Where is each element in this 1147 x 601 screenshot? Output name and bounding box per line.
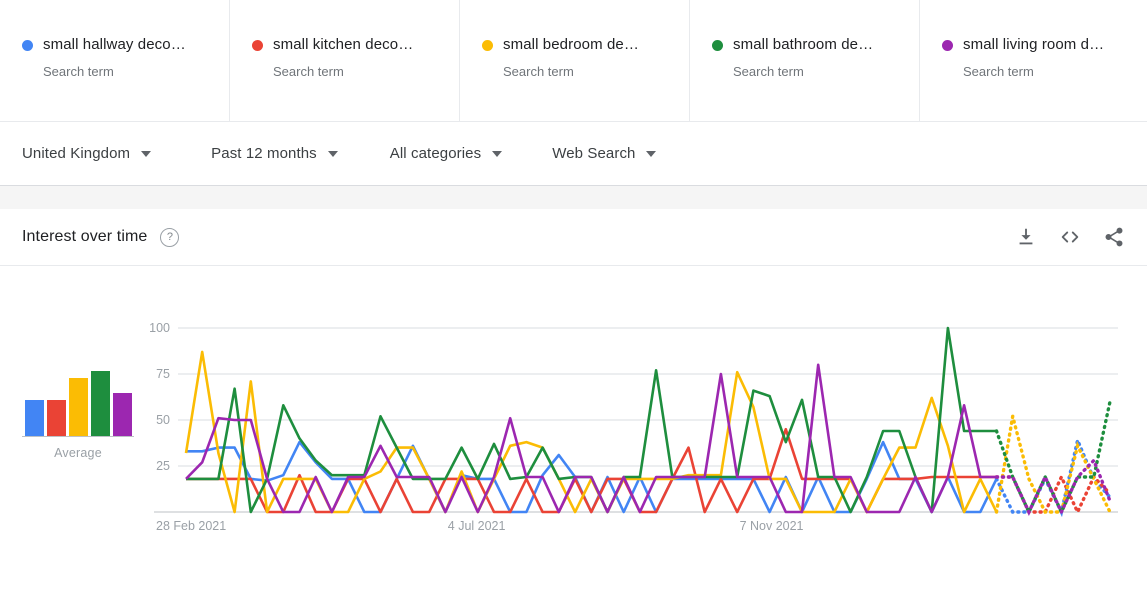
search-term-head: small living room d… [942, 36, 1147, 54]
filter-search-type-label: Web Search [552, 145, 636, 162]
filter-category-label: All categories [389, 145, 482, 162]
series-line [185, 363, 997, 514]
search-term-subtitle: Search term [43, 64, 114, 79]
series-line [186, 427, 997, 514]
x-axis-tick-label: 28 Feb 2021 [156, 519, 226, 533]
y-axis-tick-label: 100 [149, 321, 170, 335]
search-term-card[interactable]: small hallway deco… Search term [0, 0, 230, 121]
search-term-title: small kitchen deco… [273, 36, 414, 53]
search-term-subtitle: Search term [273, 64, 344, 79]
search-term-title: small living room d… [963, 36, 1105, 53]
series-dot-icon [482, 39, 493, 51]
search-terms-row: small hallway deco… Search term small kitc… [0, 0, 1147, 122]
filter-category[interactable]: All categories [389, 145, 503, 162]
search-term-card[interactable]: small living room d… Search term [920, 0, 1147, 121]
share-icon[interactable] [1103, 226, 1125, 248]
search-term-title: small bedroom de… [503, 36, 639, 53]
chevron-down-icon [646, 150, 657, 157]
help-icon[interactable]: ? [160, 227, 180, 247]
y-axis-tick-label: 50 [156, 413, 170, 427]
search-term-head: small bathroom de… [712, 36, 919, 54]
filter-time-range[interactable]: Past 12 months [211, 145, 338, 162]
interest-over-time-panel: Interest over time ? Average 25 50 75 10… [0, 209, 1147, 587]
panel-title: Interest over time [22, 228, 148, 245]
filter-bar: United Kingdom Past 12 months All catego… [0, 122, 1147, 186]
panel-header: Interest over time ? [0, 209, 1147, 266]
chevron-down-icon [492, 150, 503, 157]
y-axis-tick-label: 75 [156, 367, 170, 381]
search-term-card[interactable]: small bathroom de… Search term [690, 0, 920, 121]
search-term-subtitle: Search term [503, 64, 574, 79]
chevron-down-icon [141, 150, 152, 157]
chart-body: Average 25 50 75 100 28 Feb 2021 4 Jul 2021 7 … [0, 266, 1147, 587]
chevron-down-icon [327, 150, 338, 157]
x-axis-tick-label: 7 Nov 2021 [740, 519, 804, 533]
search-term-title: small hallway deco… [43, 36, 186, 53]
search-term-card[interactable]: small kitchen deco… Search term [230, 0, 460, 121]
search-term-card[interactable]: small bedroom de… Search term [460, 0, 690, 121]
series-dot-icon [942, 39, 953, 51]
search-term-title: small bathroom de… [733, 36, 874, 53]
section-separator [0, 186, 1147, 209]
plot-svg: 25 50 75 100 28 Feb 2021 4 Jul 2021 7 Nov 2021 [149, 321, 1118, 533]
download-icon[interactable] [1015, 226, 1037, 248]
search-term-head: small bedroom de… [482, 36, 689, 54]
x-axis-tick-label: 4 Jul 2021 [448, 519, 506, 533]
embed-code-icon[interactable] [1059, 226, 1081, 248]
y-axis-tick-label: 25 [156, 459, 170, 473]
filter-location-label: United Kingdom [22, 145, 131, 162]
filter-time-range-label: Past 12 months [211, 145, 317, 162]
filter-location[interactable]: United Kingdom [22, 145, 152, 162]
series-line [184, 350, 998, 514]
search-term-head: small hallway deco… [22, 36, 229, 54]
series-dot-icon [712, 39, 723, 51]
series-line-partial [994, 457, 1112, 517]
panel-actions [1015, 226, 1125, 248]
search-term-subtitle: Search term [733, 64, 804, 79]
filter-search-type[interactable]: Web Search [552, 145, 657, 162]
search-term-subtitle: Search term [963, 64, 1034, 79]
series-dot-icon [22, 39, 33, 51]
interest-over-time-plot[interactable]: 25 50 75 100 28 Feb 2021 4 Jul 2021 7 Nov 2021 [0, 266, 1147, 587]
series-dot-icon [252, 39, 263, 51]
search-term-head: small kitchen deco… [252, 36, 459, 54]
